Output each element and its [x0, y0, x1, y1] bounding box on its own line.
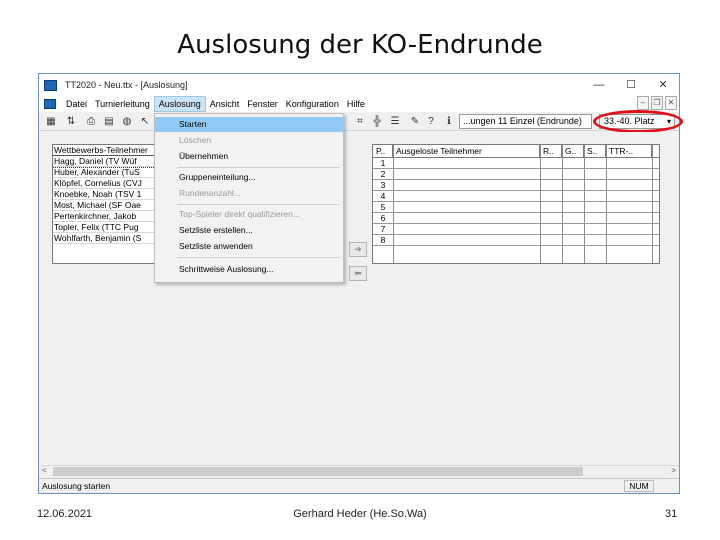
table-row[interactable]: 4 [373, 191, 659, 202]
status-bar: Auslosung starten NUM [39, 478, 679, 493]
print-icon[interactable]: ⎙ [85, 116, 97, 128]
menu-item-setzliste-erstellen[interactable]: Setzliste erstellen... [155, 223, 343, 238]
menu-bar: Datei Turnierleitung Auslosung Ansicht F… [39, 96, 679, 112]
col-participant[interactable]: Ausgeloste Teilnehmer [393, 145, 540, 158]
menu-fenster[interactable]: Fenster [243, 96, 282, 112]
menu-item-uebernehmen[interactable]: Übernehmen [155, 149, 343, 164]
auslosung-dropdown-menu: Starten Löschen Übernehmen Gruppeneintei… [154, 113, 344, 283]
globe-icon[interactable]: ◍ [121, 116, 133, 128]
main-content: Wettbewerbs-Teilnehmer Hagg, Daniel (TV … [39, 113, 679, 465]
add-arrow-button[interactable]: ➜ [349, 242, 367, 257]
window-title: TT2020 - Neu.ttx - [Auslosung] [65, 80, 188, 90]
menu-item-loeschen[interactable]: Löschen [155, 133, 343, 148]
status-text: Auslosung starten [42, 481, 111, 491]
menu-separator [177, 167, 340, 168]
position-cell: 2 [380, 169, 386, 179]
table-row[interactable]: 3 [373, 180, 659, 191]
position-cell: 1 [380, 158, 386, 168]
page-number: 31 [665, 508, 678, 520]
menu-separator [177, 204, 340, 205]
menu-datei[interactable]: Datei [62, 96, 91, 112]
tree-icon[interactable]: ╬ [371, 116, 383, 128]
menu-item-gruppeneinteilung[interactable]: Gruppeneinteilung... [155, 170, 343, 185]
list-icon[interactable]: ☰ [389, 116, 401, 128]
document-icon[interactable] [44, 99, 56, 109]
table-icon[interactable]: ▤ [103, 116, 115, 128]
position-cell: 8 [380, 235, 386, 245]
list-item[interactable]: Most, Michael (SF Oae [53, 200, 155, 211]
drawn-participants-table[interactable]: P.. Ausgeloste Teilnehmer R.. G.. S.. TT… [372, 144, 660, 264]
grid-icon[interactable]: ▦ [45, 116, 57, 128]
position-cell: 6 [380, 213, 386, 223]
participants-list[interactable]: Wettbewerbs-Teilnehmer Hagg, Daniel (TV … [52, 144, 156, 264]
menu-separator [177, 257, 340, 258]
pointer-help-icon[interactable]: ↖ [139, 116, 151, 128]
highlight-ring [593, 110, 683, 133]
table-header: P.. Ausgeloste Teilnehmer R.. G.. S.. TT… [373, 145, 659, 158]
slide-title: Auslosung der KO-Endrunde [177, 30, 543, 60]
position-cell: 7 [380, 224, 386, 234]
toolbar: ▦ ⇅ ⎙ ▤ ◍ ↖ ⌗ ╬ ☰ ✎ ? ℹ ...ungen 11 Einz… [39, 110, 683, 133]
col-s[interactable]: S.. [584, 145, 606, 158]
horizontal-scrollbar[interactable]: < > [39, 465, 679, 476]
mdi-controls: – ❐ ✕ [635, 96, 677, 110]
sort-icon[interactable]: ⇅ [65, 116, 77, 128]
mdi-close-button[interactable]: ✕ [665, 96, 677, 110]
list-item[interactable]: Wohlfarth, Benjamin (S [53, 233, 155, 244]
col-g[interactable]: G.. [562, 145, 584, 158]
app-icon [44, 79, 57, 91]
menu-item-schrittweise-auslosung[interactable]: Schrittweise Auslosung... [155, 262, 343, 277]
table-row[interactable]: 1 [373, 158, 659, 169]
menu-auslosung[interactable]: Auslosung [153, 96, 206, 112]
menu-hilfe[interactable]: Hilfe [343, 96, 369, 112]
table-row[interactable]: 6 [373, 213, 659, 224]
app-window: TT2020 - Neu.ttx - [Auslosung] — ☐ ✕ Dat… [38, 73, 683, 494]
table-row[interactable]: 8 [373, 235, 659, 246]
scroll-right-icon[interactable]: > [671, 466, 676, 475]
info-icon[interactable]: ℹ [443, 116, 455, 128]
window-controls: — ☐ ✕ [583, 74, 679, 96]
menu-konfiguration[interactable]: Konfiguration [282, 96, 343, 112]
window-titlebar[interactable]: TT2020 - Neu.ttx - [Auslosung] — ☐ ✕ [39, 74, 679, 96]
menu-ansicht[interactable]: Ansicht [206, 96, 244, 112]
maximize-button[interactable]: ☐ [615, 74, 647, 96]
col-position[interactable]: P.. [373, 145, 393, 158]
list-item[interactable]: Pertenkirchner, Jakob [53, 211, 155, 222]
position-cell: 5 [380, 202, 386, 212]
col-ttr[interactable]: TTR-.. [606, 145, 652, 158]
position-cell: 4 [380, 191, 386, 201]
mdi-minimize-button[interactable]: – [637, 96, 649, 110]
footer-author: Gerhard Heder (He.So.Wa) [293, 508, 427, 520]
list-item[interactable]: Hagg, Daniel (TV Wüf [53, 155, 155, 168]
bracket-icon[interactable]: ⌗ [354, 116, 366, 128]
list-item[interactable]: Huber, Alexander (TuS [53, 167, 155, 178]
menu-item-top-spieler[interactable]: Top-Spieler direkt qualifizieren... [155, 207, 343, 222]
menu-turnierleitung[interactable]: Turnierleitung [91, 96, 154, 112]
participants-header[interactable]: Wettbewerbs-Teilnehmer [53, 145, 155, 156]
scroll-left-icon[interactable]: < [42, 466, 47, 475]
round-select[interactable]: ...ungen 11 Einzel (Endrunde) [459, 114, 592, 129]
list-item[interactable]: Klöpfel, Cornelius (CVJ [53, 178, 155, 189]
list-item[interactable]: Topler, Felix (TTC Pug [53, 222, 155, 233]
scrollbar-thumb[interactable] [53, 467, 583, 476]
table-row[interactable]: 5 [373, 202, 659, 213]
edit-icon[interactable]: ✎ [409, 116, 421, 128]
position-cell: 3 [380, 180, 386, 190]
close-button[interactable]: ✕ [647, 74, 679, 96]
col-r[interactable]: R.. [540, 145, 562, 158]
remove-arrow-button[interactable]: ⬅ [349, 266, 367, 281]
minimize-button[interactable]: — [583, 74, 615, 96]
mdi-restore-button[interactable]: ❐ [651, 96, 663, 110]
list-item[interactable]: Knoebke, Noah (TSV 1 [53, 189, 155, 200]
menu-item-setzliste-anwenden[interactable]: Setzliste anwenden [155, 239, 343, 254]
menu-item-starten[interactable]: Starten [155, 117, 343, 132]
menu-item-rundenanzahl[interactable]: Rundenanzahl... [155, 186, 343, 201]
table-row[interactable]: 2 [373, 169, 659, 180]
table-row[interactable]: 7 [373, 224, 659, 235]
help-icon[interactable]: ? [425, 116, 437, 128]
num-lock-indicator: NUM [624, 480, 654, 492]
